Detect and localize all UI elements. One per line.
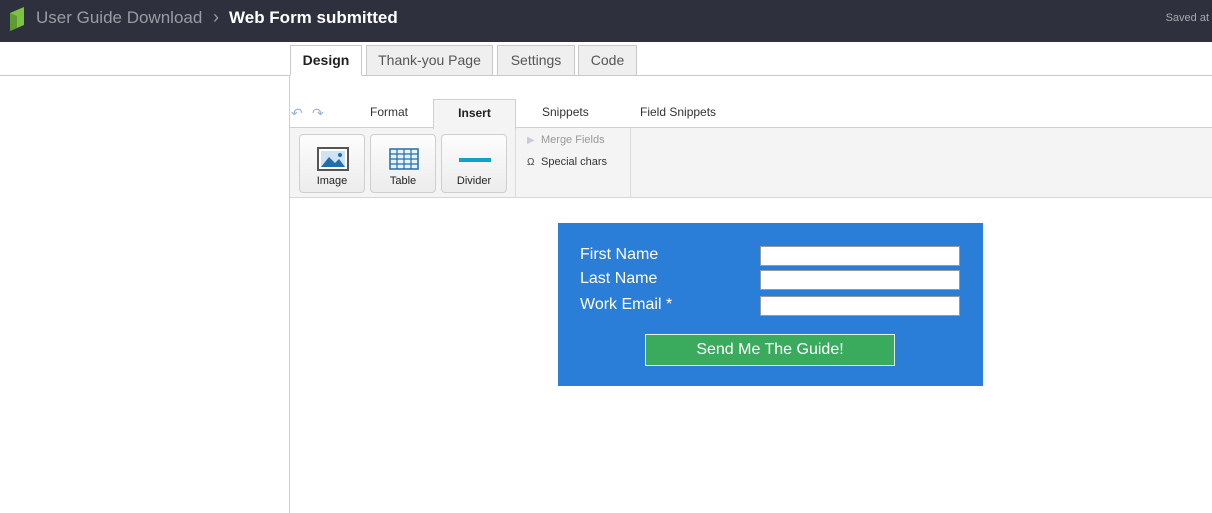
insert-ribbon: Image Table Divider ▶ Merge Fields Ω Speci… bbox=[290, 127, 1212, 198]
tab-settings[interactable]: Settings bbox=[497, 45, 575, 76]
insert-divider-button[interactable]: Divider bbox=[441, 134, 507, 193]
insert-image-label: Image bbox=[316, 175, 348, 187]
breadcrumb-chevron-icon: › bbox=[213, 7, 219, 27]
last-name-input[interactable] bbox=[760, 270, 960, 290]
ribbon-tab-insert[interactable]: Insert bbox=[433, 99, 516, 129]
merge-fields-menu[interactable]: ▶ Merge Fields bbox=[527, 134, 605, 146]
special-chars-menu[interactable]: Ω Special chars bbox=[527, 156, 607, 168]
ribbon-tab-field-snippets[interactable]: Field Snippets bbox=[640, 105, 716, 119]
tab-design[interactable]: Design bbox=[290, 45, 362, 76]
undo-icon[interactable]: ↶ bbox=[291, 105, 303, 122]
divider-icon bbox=[459, 158, 491, 162]
special-chars-label: Special chars bbox=[541, 156, 608, 168]
tab-thank-you-page[interactable]: Thank-you Page bbox=[366, 45, 493, 76]
saved-status: Saved at bbox=[1165, 12, 1209, 24]
last-name-label: Last Name bbox=[580, 270, 658, 287]
ribbon-tab-format[interactable]: Format bbox=[370, 105, 408, 119]
breadcrumb-parent-link[interactable]: User Guide Download bbox=[36, 8, 202, 28]
work-email-label: Work Email * bbox=[580, 296, 673, 313]
submit-button[interactable]: Send Me The Guide! bbox=[645, 334, 895, 366]
tab-code[interactable]: Code bbox=[578, 45, 637, 76]
image-icon bbox=[317, 147, 349, 171]
page-title: Web Form submitted bbox=[229, 8, 398, 27]
ribbon-separator bbox=[515, 128, 516, 198]
merge-fields-icon: ▶ bbox=[527, 135, 535, 146]
redo-icon[interactable]: ↷ bbox=[312, 105, 324, 122]
ribbon-separator bbox=[630, 128, 631, 198]
insert-table-button[interactable]: Table bbox=[370, 134, 436, 193]
insert-table-label: Table bbox=[389, 175, 417, 187]
insert-image-button[interactable]: Image bbox=[299, 134, 365, 193]
omega-icon: Ω bbox=[527, 157, 535, 168]
app-logo-icon[interactable] bbox=[8, 6, 26, 32]
first-name-input[interactable] bbox=[760, 246, 960, 266]
merge-fields-label: Merge Fields bbox=[541, 134, 605, 146]
first-name-label: First Name bbox=[580, 246, 659, 263]
ribbon-tab-snippets[interactable]: Snippets bbox=[542, 105, 589, 119]
top-header-bar: User Guide Download › Web Form submitted… bbox=[0, 0, 1212, 42]
table-icon bbox=[389, 148, 419, 170]
work-email-input[interactable] bbox=[760, 296, 960, 316]
insert-divider-label: Divider bbox=[456, 175, 492, 187]
web-form-block[interactable]: First Name Last Name Work Email * Send M… bbox=[558, 223, 983, 386]
